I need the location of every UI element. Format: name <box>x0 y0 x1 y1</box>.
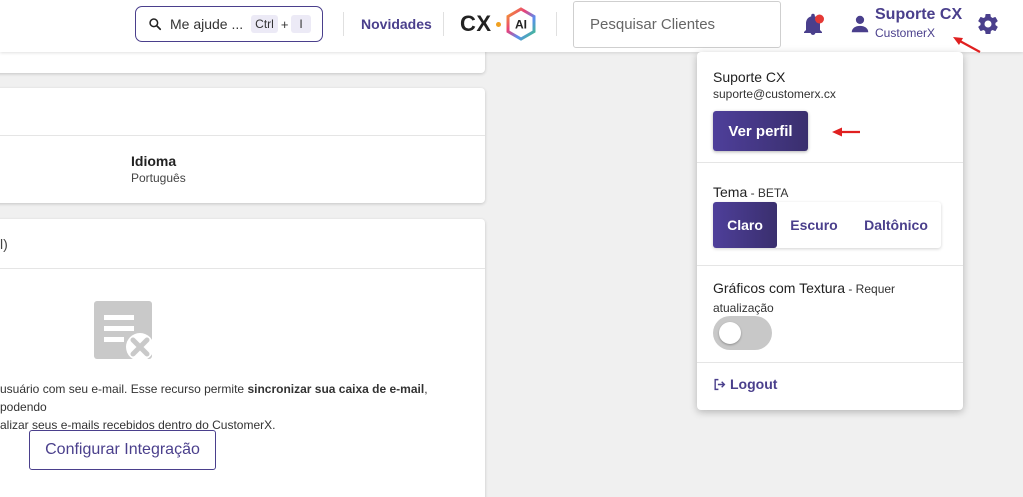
theme-option-colorblind[interactable]: Daltônico <box>851 202 941 248</box>
view-profile-button[interactable]: Ver perfil <box>713 111 808 151</box>
preferences-card: Idioma Português <box>0 88 485 203</box>
logout-link[interactable]: Logout <box>713 376 777 392</box>
cx-ai-logo[interactable]: CX AI <box>460 6 537 42</box>
gear-icon[interactable] <box>976 12 1000 36</box>
help-search-input[interactable]: Me ajude ... Ctrl + I <box>135 6 323 42</box>
notification-bell-icon[interactable] <box>800 12 826 38</box>
card-divider <box>0 135 485 136</box>
textured-charts-toggle[interactable] <box>713 316 772 350</box>
email-integration-title: l) <box>0 236 8 252</box>
dropdown-divider <box>697 265 963 266</box>
shortcut-key-ctrl: Ctrl <box>251 15 278 33</box>
annotation-arrow-icon <box>832 127 860 137</box>
user-dropdown-menu: Suporte CX suporte@customerx.cx Ver perf… <box>697 52 963 410</box>
theme-label: Tema - BETA <box>713 184 789 200</box>
theme-selector: Claro Escuro Daltônico <box>713 202 941 248</box>
notification-dot <box>815 14 824 24</box>
language-value: Português <box>131 171 186 185</box>
email-integration-description: usuário com seu e-mail. Esse recurso per… <box>0 382 428 432</box>
help-search-placeholder: Me ajude ... <box>170 16 244 32</box>
user-name[interactable]: Suporte CX <box>875 6 962 24</box>
logout-label: Logout <box>730 376 778 392</box>
shortcut-key-i: I <box>291 15 311 33</box>
email-document-empty-icon <box>94 301 154 361</box>
card-divider <box>0 268 485 269</box>
theme-option-light[interactable]: Claro <box>713 202 777 248</box>
dropdown-user-name: Suporte CX <box>713 69 786 85</box>
client-search-input[interactable]: Pesquisar Clientes <box>573 1 781 48</box>
dropdown-divider <box>697 162 963 163</box>
logout-icon <box>714 378 726 390</box>
configure-integration-button[interactable]: Configurar Integração <box>29 430 216 470</box>
annotation-arrow-icon <box>953 37 981 53</box>
toggle-knob <box>719 322 741 344</box>
logo-text: CX <box>460 11 492 36</box>
textured-charts-label: Gráficos com Textura - Requer atualizaçã… <box>713 280 896 315</box>
header-divider <box>343 12 344 36</box>
shortcut-plus: + <box>280 16 289 32</box>
dropdown-user-email: suporte@customerx.cx <box>713 87 836 101</box>
ai-hexagon-logo: AI <box>506 7 536 41</box>
header-divider <box>556 12 557 36</box>
email-integration-card: l) usuário com seu e-mail. Esse recurso … <box>0 219 485 497</box>
top-bar: Me ajude ... Ctrl + I Novidades CX AI Pe… <box>0 0 1023 52</box>
logo-dot <box>495 21 501 27</box>
language-label: Idioma <box>131 153 177 169</box>
dropdown-divider <box>697 362 963 363</box>
search-icon <box>149 18 162 31</box>
news-link[interactable]: Novidades <box>361 16 432 32</box>
user-icon[interactable] <box>849 13 871 35</box>
theme-option-dark[interactable]: Escuro <box>777 202 851 248</box>
header-divider <box>443 12 444 36</box>
logo-badge: AI <box>515 18 527 32</box>
user-org[interactable]: CustomerX <box>875 26 935 40</box>
